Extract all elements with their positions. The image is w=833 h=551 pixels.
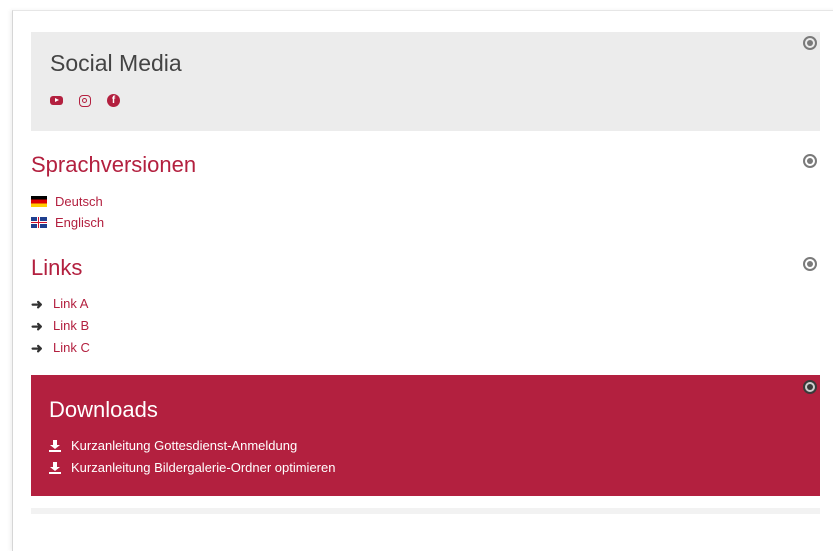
- arrow-right-icon: ➜: [31, 295, 43, 312]
- language-label: Englisch: [55, 215, 105, 230]
- settings-icon[interactable]: [803, 380, 817, 394]
- instagram-icon[interactable]: [79, 94, 91, 107]
- downloads-panel: Downloads Kurzanleitung Gottesdienst-Anm…: [31, 375, 820, 496]
- link-item-b[interactable]: ➜ Link B: [31, 318, 89, 333]
- language-item-englisch[interactable]: Englisch: [31, 215, 104, 230]
- link-label: Link C: [53, 340, 90, 355]
- download-label: Kurzanleitung Gottesdienst-Anmeldung: [71, 438, 298, 453]
- download-icon: [49, 439, 61, 452]
- social-media-title: Social Media: [50, 50, 182, 76]
- arrow-right-icon: ➜: [31, 317, 43, 334]
- link-item-c[interactable]: ➜ Link C: [31, 340, 90, 355]
- facebook-icon[interactable]: f: [107, 94, 120, 107]
- link-label: Link B: [53, 318, 90, 333]
- arrow-right-icon: ➜: [31, 339, 43, 356]
- social-media-panel: Social Media f: [31, 32, 820, 131]
- links-title: Links: [31, 255, 83, 280]
- link-label: Link A: [53, 296, 89, 311]
- uk-flag-icon: [31, 217, 47, 228]
- language-label: Deutsch: [55, 194, 103, 209]
- next-panel-edge: [31, 508, 820, 514]
- youtube-icon[interactable]: [50, 96, 63, 105]
- link-item-a[interactable]: ➜ Link A: [31, 296, 88, 311]
- german-flag-icon: [31, 196, 47, 207]
- settings-icon[interactable]: [803, 257, 817, 271]
- languages-title: Sprachversionen: [31, 152, 197, 177]
- settings-icon[interactable]: [803, 154, 817, 168]
- downloads-title: Downloads: [49, 397, 158, 422]
- download-label: Kurzanleitung Bildergalerie-Ordner optim…: [71, 460, 336, 475]
- download-icon: [49, 461, 61, 474]
- download-item[interactable]: Kurzanleitung Gottesdienst-Anmeldung: [49, 438, 297, 453]
- settings-icon[interactable]: [803, 36, 817, 50]
- download-item[interactable]: Kurzanleitung Bildergalerie-Ordner optim…: [49, 460, 335, 475]
- language-item-deutsch[interactable]: Deutsch: [31, 194, 103, 209]
- social-icons: f: [50, 94, 120, 107]
